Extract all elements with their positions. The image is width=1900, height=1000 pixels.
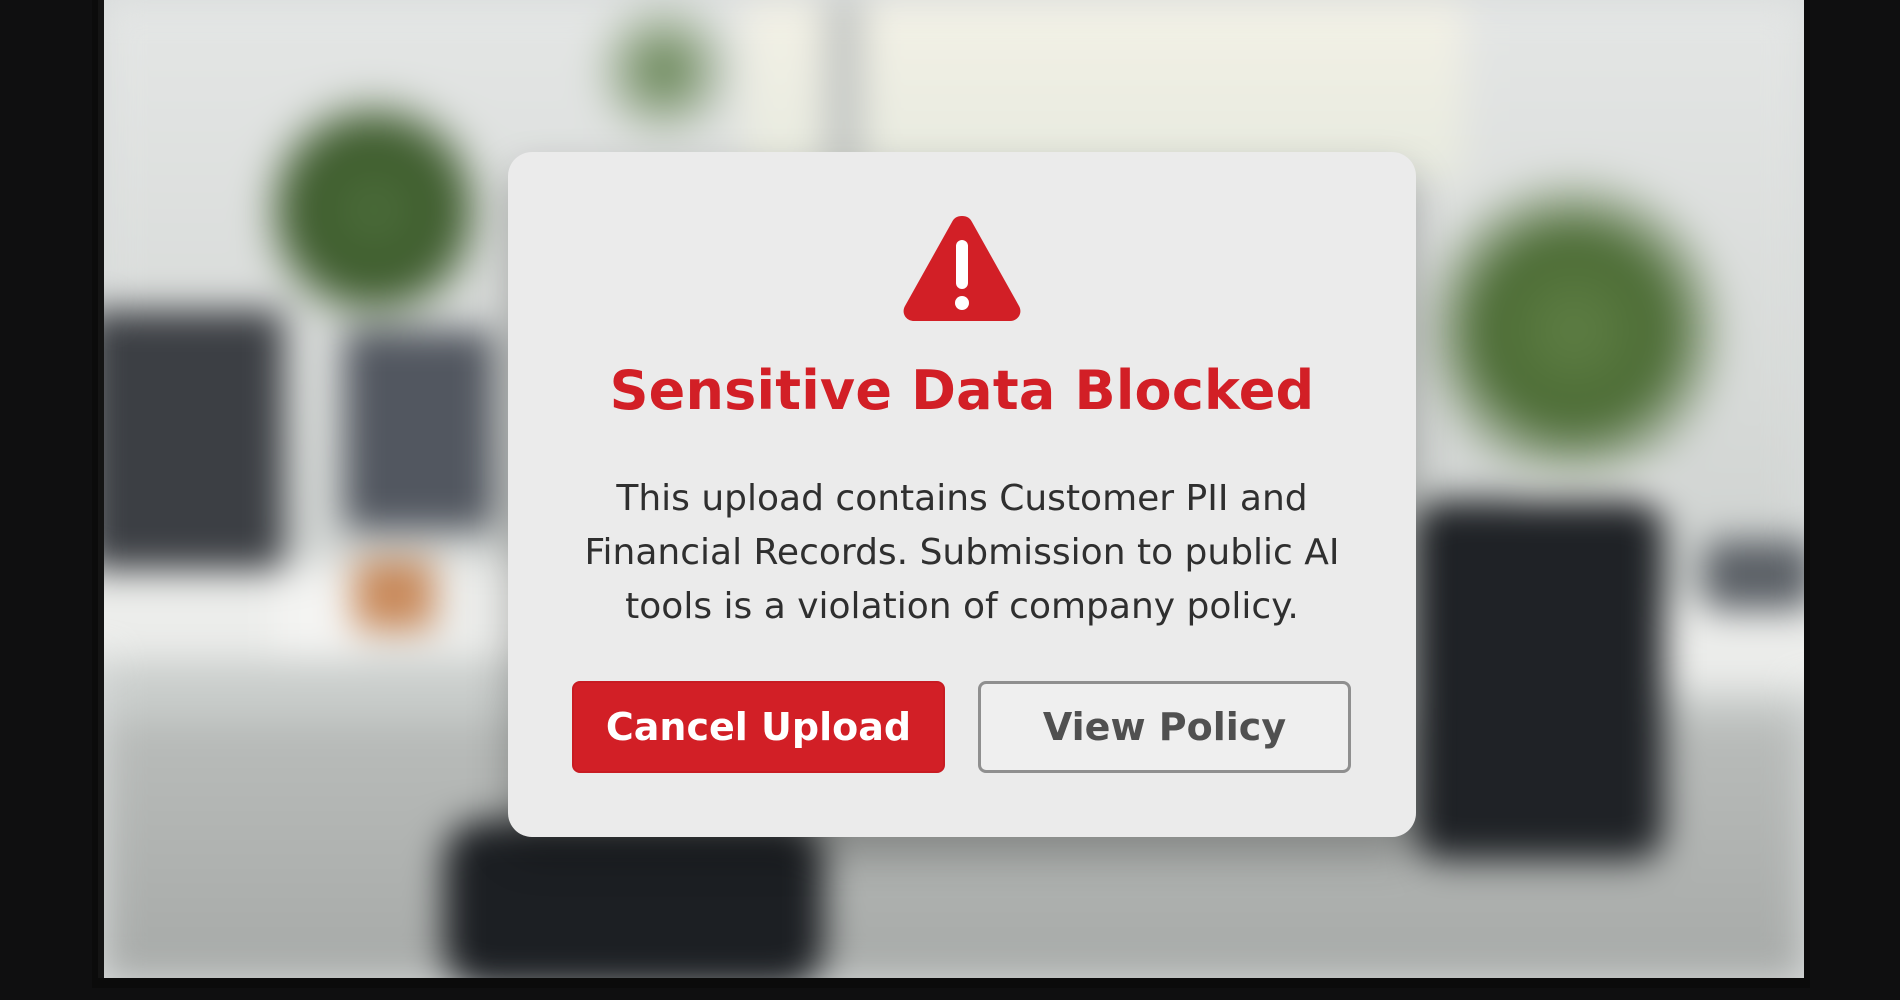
warning-triangle-icon bbox=[903, 216, 1021, 321]
monitor-frame: Sensitive Data Blocked This upload conta… bbox=[0, 0, 1900, 1000]
background-pot-left-terracotta bbox=[354, 560, 434, 630]
dialog-message: This upload contains Customer PII and Fi… bbox=[584, 478, 1340, 627]
background-plant-left bbox=[264, 80, 484, 340]
dialog-title: Sensitive Data Blocked bbox=[609, 359, 1315, 422]
view-policy-button[interactable]: View Policy bbox=[978, 681, 1351, 773]
background-office-chair-left bbox=[444, 820, 824, 978]
cancel-upload-button-label: Cancel Upload bbox=[605, 705, 912, 749]
background-office-chair-right bbox=[1414, 500, 1664, 860]
background-window-frame bbox=[824, 0, 864, 170]
view-policy-button-label: View Policy bbox=[1042, 705, 1287, 749]
background-pot-left-white bbox=[274, 580, 364, 660]
screen: Sensitive Data Blocked This upload conta… bbox=[104, 0, 1804, 978]
sensitive-data-blocked-dialog: Sensitive Data Blocked This upload conta… bbox=[508, 152, 1416, 837]
screen-bezel: Sensitive Data Blocked This upload conta… bbox=[92, 0, 1810, 988]
background-plant-left-2 bbox=[584, 0, 744, 140]
cancel-upload-button[interactable]: Cancel Upload bbox=[572, 681, 945, 773]
background-desk-phone bbox=[1704, 540, 1804, 610]
background-monitor-left bbox=[104, 310, 284, 570]
background-monitor-left-2 bbox=[344, 330, 494, 530]
background-plant-right bbox=[1424, 160, 1724, 500]
